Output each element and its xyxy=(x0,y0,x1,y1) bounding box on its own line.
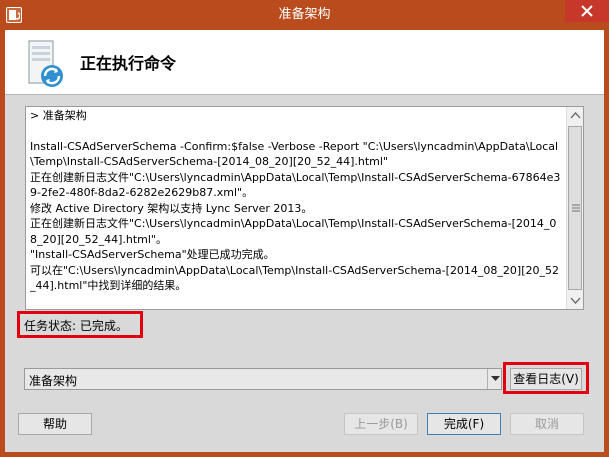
task-select[interactable]: 准备架构 xyxy=(24,368,502,390)
log-line: 修改 Active Directory 架构以支持 Lync Server 20… xyxy=(30,201,313,215)
task-select-value: 准备架构 xyxy=(29,374,78,388)
close-button[interactable] xyxy=(565,0,609,22)
log-line: 正在创建新日志文件"C:\Users\lyncadmin\AppData\Loc… xyxy=(30,217,557,246)
window-border-bottom xyxy=(0,452,609,457)
window-title: 准备架构 xyxy=(278,7,331,22)
log-line: "Install-CSAdServerSchema"处理已成功完成。 xyxy=(30,248,275,261)
chevron-up-icon xyxy=(570,112,581,119)
dropdown-button[interactable] xyxy=(487,369,502,389)
dropdown-arrow-icon xyxy=(491,376,500,381)
log-scrollbar[interactable] xyxy=(566,107,583,309)
log-line: > 准备架构 xyxy=(30,109,87,122)
log-line: Install-CSAdServerSchema -Confirm:$false… xyxy=(30,139,559,169)
scroll-up-button[interactable] xyxy=(567,107,584,124)
close-icon xyxy=(581,5,593,17)
log-output-text: > 准备架构 Install-CSAdServerSchema -Confirm:… xyxy=(30,108,562,306)
chevron-down-icon xyxy=(570,297,581,304)
scroll-down-button[interactable] xyxy=(567,292,584,309)
wizard-header: 正在执行命令 xyxy=(5,30,604,95)
scroll-thumb[interactable] xyxy=(568,126,582,290)
log-line: 正在创建新日志文件"C:\Users\lyncadmin\AppData\Loc… xyxy=(30,170,561,200)
server-sync-icon xyxy=(25,39,69,91)
log-line: 可以在"C:\Users\lyncadmin\AppData\Local\Tem… xyxy=(30,263,560,293)
help-button[interactable]: 帮助 xyxy=(18,413,92,435)
highlight-box-status xyxy=(17,311,143,338)
previous-button[interactable]: 上一步(B) xyxy=(344,413,418,435)
window-border-right xyxy=(604,30,609,457)
grip-icon xyxy=(572,204,580,212)
cancel-button[interactable]: 取消 xyxy=(510,413,584,435)
page-title: 正在执行命令 xyxy=(80,54,177,73)
finish-button[interactable]: 完成(F) xyxy=(427,413,501,435)
highlight-box-view-log xyxy=(503,362,589,394)
